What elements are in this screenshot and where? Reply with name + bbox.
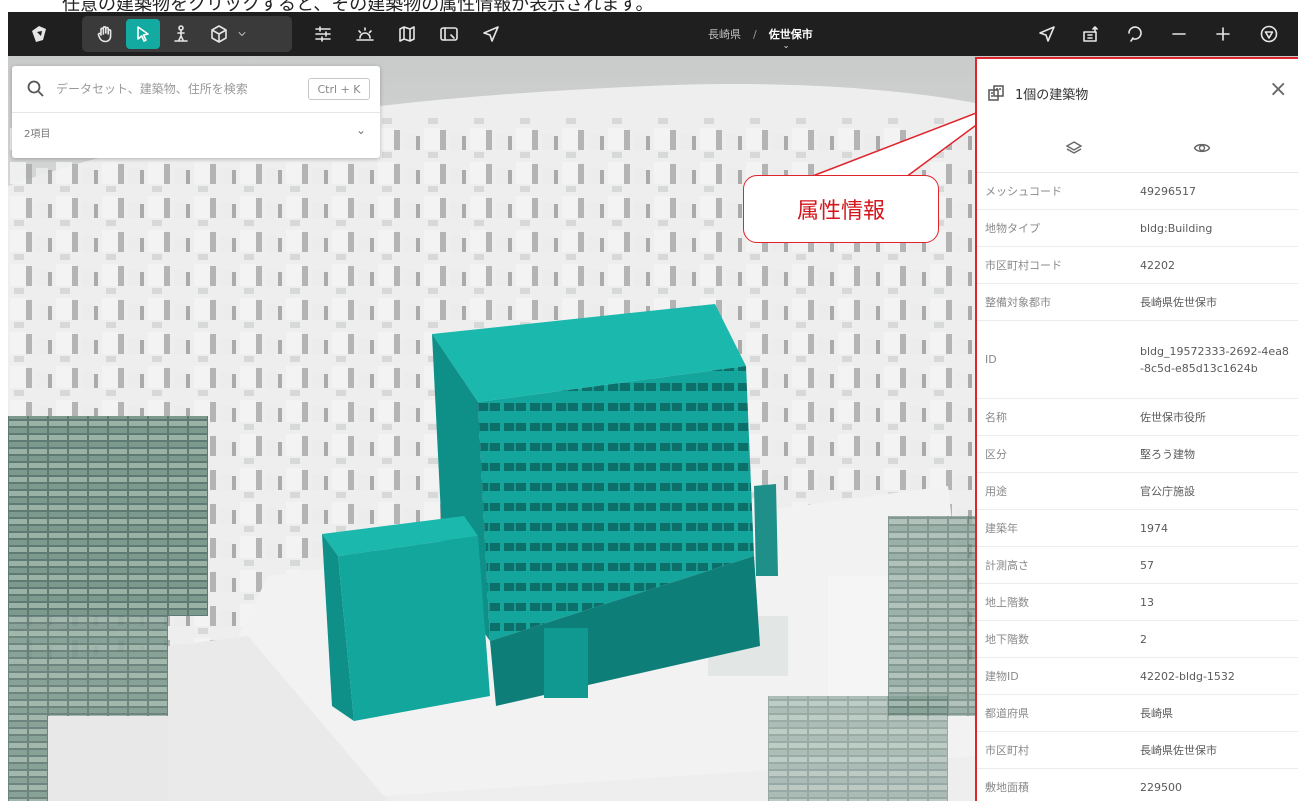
attribute-value: 官公庁施設 (1140, 484, 1195, 498)
attribute-value: 2 (1140, 632, 1147, 646)
undo-icon[interactable] (1118, 19, 1152, 49)
attribute-key: 建物ID (985, 670, 1019, 683)
attribute-value: bldg:Building (1140, 221, 1213, 235)
search-row: Ctrl + K (12, 66, 380, 112)
attribute-value: 長崎県佐世保市 (1140, 295, 1217, 309)
panel-header: 1個の建築物 × (977, 59, 1298, 123)
search-input[interactable] (56, 76, 296, 102)
zoom-out-icon[interactable] (1162, 19, 1196, 49)
attribute-value: 229500 (1140, 780, 1182, 794)
attribute-key: 区分 (985, 448, 1007, 461)
eye-icon[interactable] (1189, 135, 1215, 161)
attribute-row: 地上階数 13 (977, 584, 1298, 621)
search-icon (26, 79, 46, 99)
page-caption: 任意の建築物をクリックすると、その建築物の属性情報が表示されます。 (0, 0, 1298, 12)
attribute-key: 市区町村コード (985, 259, 1062, 272)
breadcrumb-city[interactable]: 佐世保市 ⌄ (769, 26, 813, 50)
attribute-key: 建築年 (985, 522, 1018, 535)
share-icon[interactable] (1074, 19, 1108, 49)
attribute-key: 市区町村 (985, 744, 1029, 757)
attribute-key: 整備対象都市 (985, 296, 1051, 309)
attribute-row: 都道府県 長崎県 (977, 695, 1298, 732)
chevron-down-icon: ⌄ (782, 41, 790, 50)
attribute-value: 1974 (1140, 521, 1168, 535)
search-panel: Ctrl + K 2項目 ⌄ (12, 66, 380, 158)
attribute-panel: 1個の建築物 × メッシュコード 49296517 地物タイプ bldg:Buildi… (975, 57, 1298, 801)
attribute-key: 地物タイプ (985, 222, 1040, 235)
box-icon[interactable] (202, 19, 236, 49)
navigate-icon[interactable] (1030, 19, 1064, 49)
attribute-key: メッシュコード (985, 185, 1062, 198)
chevron-down-icon: ⌄ (356, 123, 367, 137)
attribute-row: 市区町村コード 42202 (977, 247, 1298, 284)
attribute-row: 区分 堅ろう建物 (977, 436, 1298, 473)
attribute-callout: 属性情報 (743, 175, 939, 243)
compass-icon[interactable] (1252, 19, 1286, 49)
attribute-row: メッシュコード 49296517 (977, 173, 1298, 210)
attribute-key: 都道府県 (985, 707, 1029, 720)
attribute-value: 57 (1140, 558, 1154, 572)
sun-icon[interactable] (348, 19, 382, 49)
attribute-key: 地下階数 (985, 633, 1029, 646)
attribute-key: 地上階数 (985, 596, 1029, 609)
dataset-items-toggle[interactable]: 2項目 ⌄ (12, 113, 380, 151)
attribute-row: 地物タイプ bldg:Building (977, 210, 1298, 247)
attribute-row: 市区町村 長崎県佐世保市 (977, 732, 1298, 769)
panel-tabs (977, 123, 1298, 173)
pedestrian-icon[interactable] (164, 19, 198, 49)
attribute-value: 13 (1140, 595, 1154, 609)
attribute-row: ID bldg_19572333-2692-4ea8-8c5d-e85d13c16… (977, 321, 1298, 399)
breadcrumb: 長崎県 / 佐世保市 ⌄ (708, 12, 908, 56)
attribute-value: 長崎県佐世保市 (1140, 743, 1217, 757)
attribute-row: 建築年 1974 (977, 510, 1298, 547)
attribute-key: 敷地面積 (985, 781, 1029, 794)
shortcut-badge: Ctrl + K (308, 78, 370, 100)
attribute-row: 名称 佐世保市役所 (977, 399, 1298, 436)
pointer-icon[interactable] (126, 19, 160, 49)
attribute-row: 建物ID 42202-bldg-1532 (977, 658, 1298, 695)
attribute-key: ID (985, 353, 997, 366)
attribute-key: 計測高さ (985, 559, 1029, 572)
attribute-row: 用途 官公庁施設 (977, 473, 1298, 510)
attribute-value: bldg_19572333-2692-4ea8-8c5d-e85d13c1624… (1140, 344, 1289, 375)
layers-icon[interactable] (1061, 135, 1087, 161)
breadcrumb-separator: / (753, 27, 757, 41)
attribute-value: 42202-bldg-1532 (1140, 669, 1235, 683)
attribute-row: 整備対象都市 長崎県佐世保市 (977, 284, 1298, 321)
attribute-table: メッシュコード 49296517 地物タイプ bldg:Building 市区町村コード… (977, 173, 1298, 801)
logo-icon[interactable] (22, 19, 56, 49)
attribute-value: 長崎県 (1140, 706, 1173, 720)
close-icon[interactable]: × (1269, 79, 1287, 101)
breadcrumb-prefecture[interactable]: 長崎県 (708, 26, 741, 42)
send-icon[interactable] (474, 19, 508, 49)
attribute-value: 42202 (1140, 258, 1175, 272)
toolbar: 長崎県 / 佐世保市 ⌄ (8, 12, 1298, 56)
panel-title: 1個の建築物 (1015, 88, 1089, 103)
attribute-value: 堅ろう建物 (1140, 447, 1195, 461)
attribute-row: 敷地面積 229500 (977, 769, 1298, 801)
attribute-key: 名称 (985, 411, 1007, 424)
attribute-row: 計測高さ 57 (977, 547, 1298, 584)
screen-icon[interactable] (432, 19, 466, 49)
items-count: 2項目 (24, 129, 51, 140)
attribute-row: 地下階数 2 (977, 621, 1298, 658)
map-icon[interactable] (390, 19, 424, 49)
chevron-down-icon[interactable] (232, 19, 252, 49)
attribute-key: 用途 (985, 485, 1007, 498)
attribute-value: 佐世保市役所 (1140, 410, 1206, 424)
sliders-icon[interactable] (306, 19, 340, 49)
attribute-value: 49296517 (1140, 184, 1196, 198)
building-icon (987, 84, 1005, 102)
zoom-in-icon[interactable] (1206, 19, 1240, 49)
hand-icon[interactable] (88, 19, 122, 49)
